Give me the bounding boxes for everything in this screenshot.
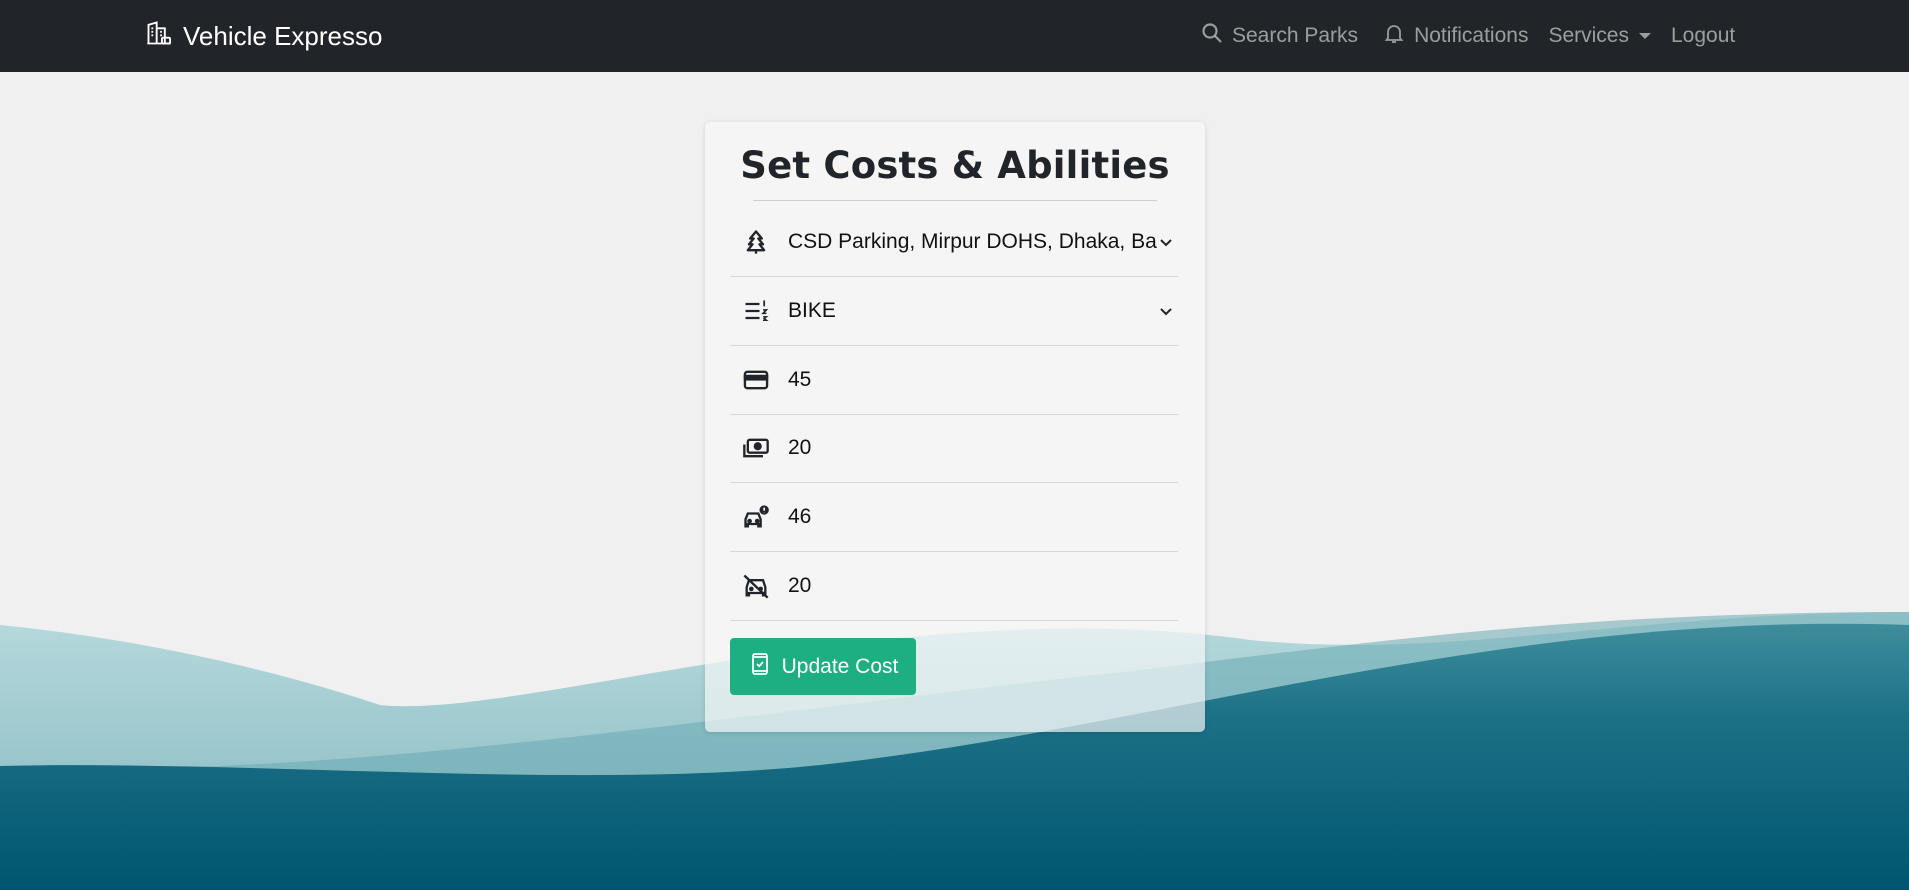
no-car-icon [742,572,770,600]
capacity-value: 46 [788,505,812,528]
unavailable-value: 20 [788,574,812,597]
logout-label: Logout [1670,24,1736,47]
bell-icon [1382,21,1406,51]
park-select-value: CSD Parking, Mirpur DOHS, Dhaka, Banglad… [788,230,1158,253]
brand-link[interactable]: Vehicle Expresso [145,0,382,72]
cash-value: 20 [788,436,812,459]
cash-icon [742,434,770,462]
vehicle-type-select[interactable]: BIKE [730,277,1178,346]
nav-links: Search Parks Notifications Services Logo… [1200,0,1735,72]
park-select[interactable]: CSD Parking, Mirpur DOHS, Dhaka, Banglad… [730,208,1178,277]
search-icon [1200,21,1224,51]
logout-link[interactable]: Logout [1671,24,1735,48]
unavailable-input[interactable]: 20 [730,552,1178,621]
notifications-label: Notifications [1414,24,1529,47]
tree-icon [742,228,770,256]
set-costs-card: Set Costs & Abilities CSD Parking, Mirpu… [705,122,1205,732]
brand-name: Vehicle Expresso [183,20,383,51]
card-title: Set Costs & Abilities [740,144,1170,187]
building-icon [145,19,173,54]
search-parks-link[interactable]: Search Parks [1200,21,1358,51]
capacity-input[interactable]: 46 [730,483,1178,552]
vehicle-type-value: BIKE [788,299,836,322]
car-alert-icon [742,503,770,531]
credit-card-icon [742,366,770,394]
list-numbered-icon [742,297,770,325]
top-navbar: Vehicle Expresso Search Parks Notificati… [0,0,1909,72]
phone-check-icon [748,652,772,682]
cost-value: 45 [788,368,812,391]
update-cost-label: Update Cost [781,654,899,678]
notifications-link[interactable]: Notifications [1382,21,1528,51]
cost-input[interactable]: 45 [730,346,1178,415]
caret-down-icon [1638,33,1651,39]
title-divider [753,200,1157,201]
cash-input[interactable]: 20 [730,414,1178,483]
search-parks-label: Search Parks [1232,24,1359,47]
chevron-down-icon [1160,308,1172,316]
update-cost-button[interactable]: Update Cost [730,638,916,695]
services-dropdown[interactable]: Services [1548,24,1651,48]
services-label: Services [1548,24,1629,47]
chevron-down-icon [1160,239,1172,247]
